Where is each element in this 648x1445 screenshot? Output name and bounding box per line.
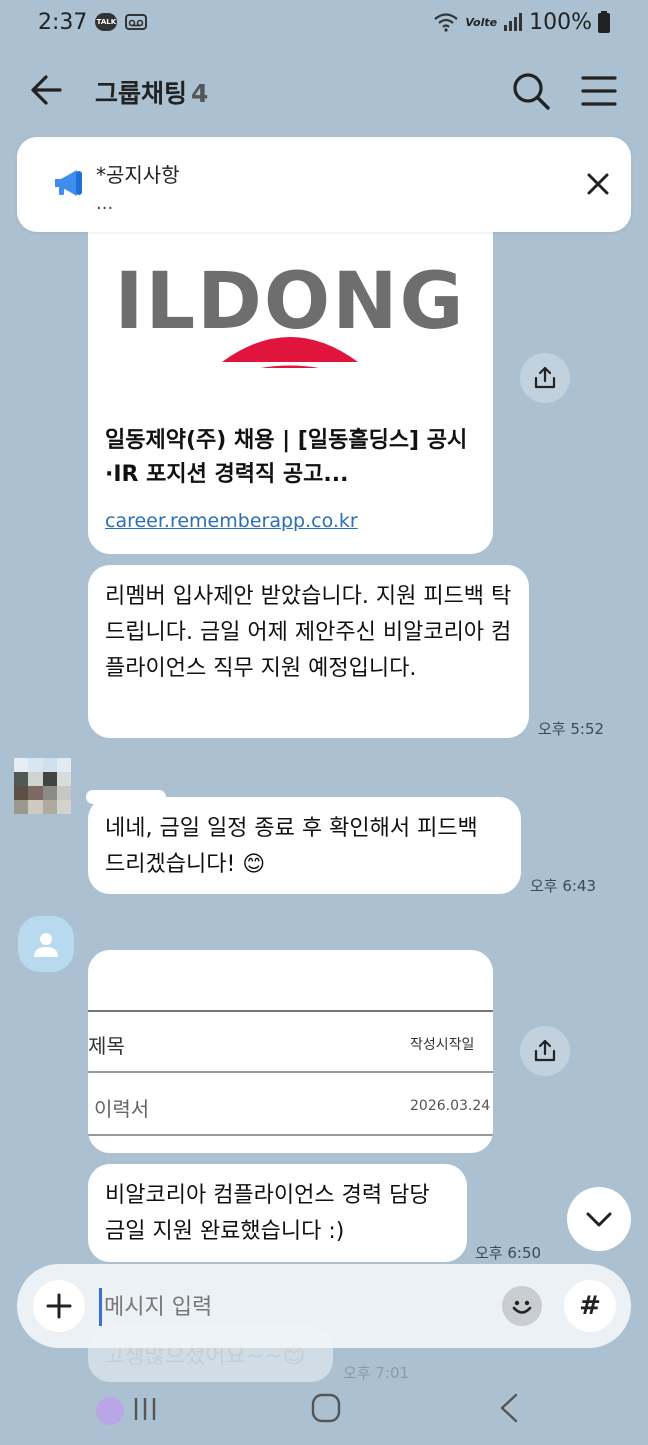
message-bubble[interactable]: 리멤버 입사제안 받았습니다. 지원 피드백 탁드립니다. 금일 어제 제안주신… bbox=[88, 565, 529, 738]
system-navigation-bar bbox=[0, 1380, 648, 1445]
message-time: 오후 5:52 bbox=[538, 720, 605, 738]
hashtag-button[interactable]: # bbox=[564, 1280, 616, 1332]
message-bubble[interactable]: 네네, 금일 일정 종료 후 확인해서 피드백 드리겠습니다! 😊 bbox=[88, 797, 521, 894]
smiley-icon bbox=[512, 1300, 532, 1314]
table-divider bbox=[88, 1010, 493, 1012]
hamburger-menu-icon bbox=[581, 76, 617, 106]
table-cell-title: 이력서 bbox=[94, 1097, 150, 1121]
shared-image-card[interactable]: 제목 작성시작일 이력서 2026.03.24 bbox=[88, 950, 493, 1153]
status-time: 2:37 bbox=[38, 9, 88, 35]
table-divider bbox=[88, 1071, 493, 1073]
attach-button[interactable] bbox=[33, 1280, 85, 1332]
chat-room-name: 그룹채팅 bbox=[95, 79, 188, 108]
voicemail-icon bbox=[125, 14, 148, 30]
link-title: 일동제약(주) 채용 | [일동홀딩스] 공시·IR 포지션 경력직 공고... bbox=[105, 428, 468, 487]
ildong-logo: ILDONG bbox=[114, 264, 465, 368]
scroll-to-bottom-button[interactable] bbox=[567, 1187, 631, 1251]
notice-banner[interactable]: *공지사항 ... bbox=[17, 137, 631, 232]
link-preview-card[interactable]: ILDONG 일동제약(주) 채용 | [일동홀딩스] 공시·IR 포지션 경력… bbox=[88, 200, 493, 554]
home-icon[interactable] bbox=[310, 1392, 342, 1424]
search-icon bbox=[513, 73, 550, 110]
table-header-date: 작성시작일 bbox=[410, 1037, 475, 1053]
notice-title: *공지사항 bbox=[96, 163, 180, 187]
table-divider bbox=[88, 1134, 493, 1136]
back-nav-icon[interactable] bbox=[494, 1392, 524, 1424]
battery-icon bbox=[598, 11, 610, 33]
message-bubble[interactable]: 비알코리아 컴플라이언스 경력 담당 금일 지원 완료했습니다 :) bbox=[88, 1164, 467, 1262]
emoji-button[interactable] bbox=[502, 1286, 542, 1326]
message-time: 오후 6:50 bbox=[475, 1244, 542, 1262]
message-input[interactable] bbox=[99, 1288, 479, 1326]
avatar[interactable] bbox=[18, 916, 74, 972]
table-cell-date: 2026.03.24 bbox=[410, 1098, 491, 1114]
share-icon bbox=[534, 366, 556, 389]
plus-icon bbox=[46, 1293, 72, 1319]
notice-preview: ... bbox=[96, 193, 114, 214]
recent-apps-icon[interactable] bbox=[130, 1394, 160, 1424]
share-button[interactable] bbox=[520, 353, 570, 403]
table-header-title: 제목 bbox=[88, 1034, 125, 1058]
message-time: 오후 6:43 bbox=[530, 877, 597, 895]
avatar[interactable] bbox=[14, 758, 71, 814]
back-button[interactable] bbox=[26, 68, 70, 112]
person-icon bbox=[34, 933, 58, 957]
chevron-down-icon bbox=[586, 1212, 612, 1227]
share-button[interactable] bbox=[520, 1026, 570, 1076]
chat-title: 그룹채팅 4 bbox=[95, 74, 208, 110]
link-url[interactable]: career.rememberapp.co.kr bbox=[105, 510, 358, 532]
battery-percentage: 100% bbox=[529, 9, 592, 35]
chat-header: 그룹채팅 4 bbox=[0, 60, 648, 120]
close-icon bbox=[587, 173, 609, 195]
search-button[interactable] bbox=[508, 68, 554, 114]
wifi-icon bbox=[434, 13, 459, 32]
ildong-logo-text: ILDONG bbox=[114, 264, 465, 347]
arrow-left-icon bbox=[31, 75, 62, 105]
share-icon bbox=[534, 1039, 556, 1062]
notice-close-button[interactable] bbox=[583, 169, 613, 199]
volte-indicator: Volte bbox=[465, 15, 498, 29]
message-input-bar: # bbox=[17, 1264, 631, 1348]
member-count: 4 bbox=[191, 79, 209, 108]
megaphone-icon bbox=[55, 170, 82, 196]
signal-icon bbox=[504, 13, 523, 31]
menu-button[interactable] bbox=[576, 68, 622, 114]
kakaotalk-notification-icon: TALK bbox=[95, 13, 118, 31]
status-bar: 2:37 TALK Volte 100% bbox=[0, 0, 648, 44]
